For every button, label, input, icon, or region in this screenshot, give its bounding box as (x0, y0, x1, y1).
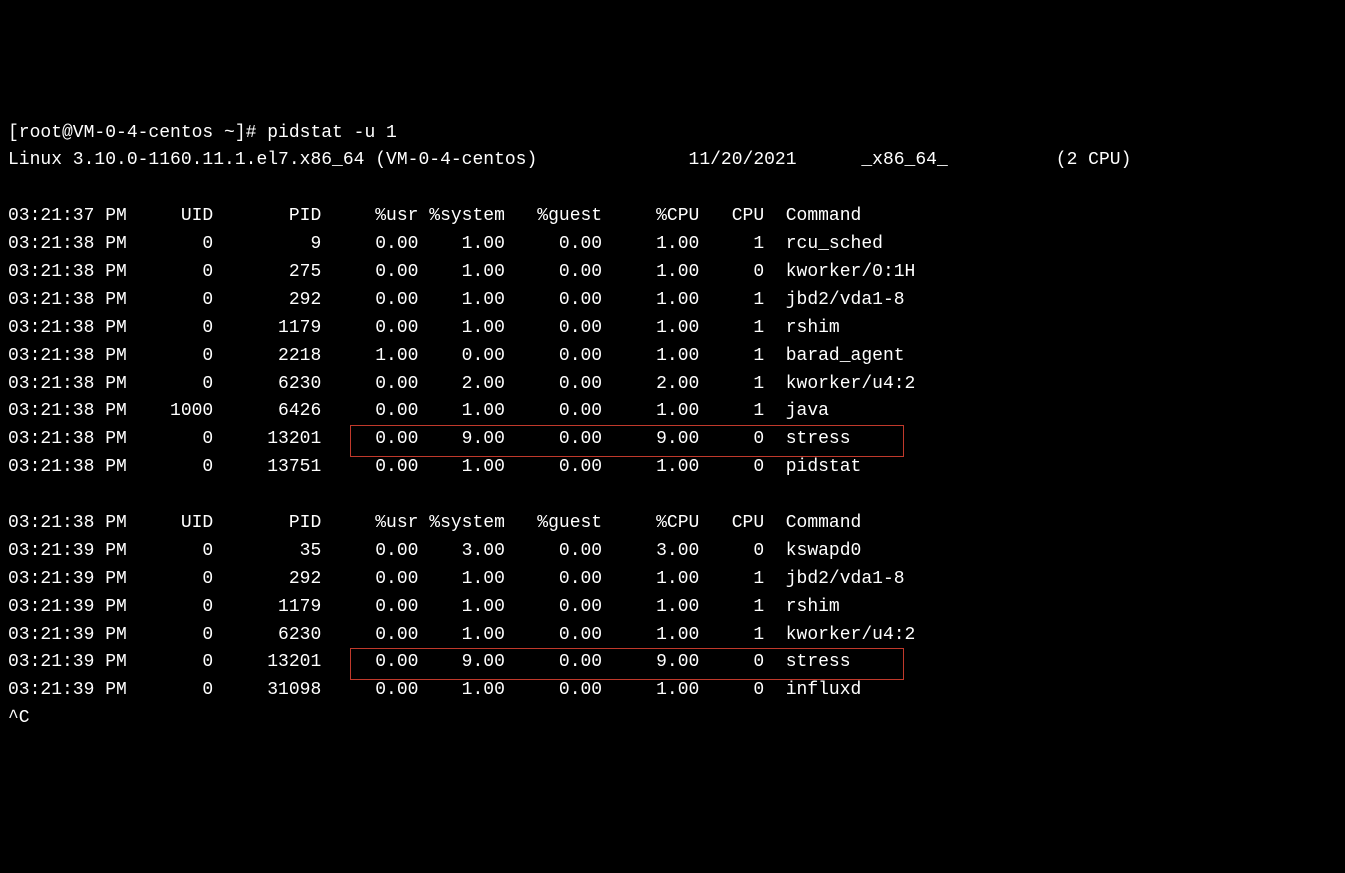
terminal-output: [root@VM-0-4-centos ~]# pidstat -u 1Linu… (8, 120, 1337, 734)
table-row: 03:21:38 PM 0 13751 0.00 1.00 0.00 1.00 … (8, 454, 1337, 482)
table-row: 03:21:39 PM 0 292 0.00 1.00 0.00 1.00 1 … (8, 566, 1337, 594)
table-row: 03:21:39 PM 0 13201 0.00 9.00 0.00 9.00 … (8, 649, 1337, 677)
table-row: 03:21:38 PM 0 292 0.00 1.00 0.00 1.00 1 … (8, 287, 1337, 315)
table-row: 03:21:39 PM 0 1179 0.00 1.00 0.00 1.00 1… (8, 594, 1337, 622)
prompt-line: [root@VM-0-4-centos ~]# pidstat -u 1 (8, 120, 1337, 148)
system-line: Linux 3.10.0-1160.11.1.el7.x86_64 (VM-0-… (8, 147, 1337, 175)
blank (8, 175, 1337, 203)
table-row: 03:21:38 PM 0 13201 0.00 9.00 0.00 9.00 … (8, 426, 1337, 454)
table-header: 03:21:37 PM UID PID %usr %system %guest … (8, 203, 1337, 231)
table-row: 03:21:38 PM 1000 6426 0.00 1.00 0.00 1.0… (8, 398, 1337, 426)
blank (8, 482, 1337, 510)
table-row: 03:21:39 PM 0 35 0.00 3.00 0.00 3.00 0 k… (8, 538, 1337, 566)
table-row: 03:21:39 PM 0 31098 0.00 1.00 0.00 1.00 … (8, 677, 1337, 705)
table-row: 03:21:39 PM 0 6230 0.00 1.00 0.00 1.00 1… (8, 622, 1337, 650)
table-header: 03:21:38 PM UID PID %usr %system %guest … (8, 510, 1337, 538)
table-row: 03:21:38 PM 0 275 0.00 1.00 0.00 1.00 0 … (8, 259, 1337, 287)
table-row: 03:21:38 PM 0 9 0.00 1.00 0.00 1.00 1 rc… (8, 231, 1337, 259)
table-row: 03:21:38 PM 0 6230 0.00 2.00 0.00 2.00 1… (8, 371, 1337, 399)
table-row: 03:21:38 PM 0 1179 0.00 1.00 0.00 1.00 1… (8, 315, 1337, 343)
interrupt: ^C (8, 705, 1337, 733)
table-row: 03:21:38 PM 0 2218 1.00 0.00 0.00 1.00 1… (8, 343, 1337, 371)
